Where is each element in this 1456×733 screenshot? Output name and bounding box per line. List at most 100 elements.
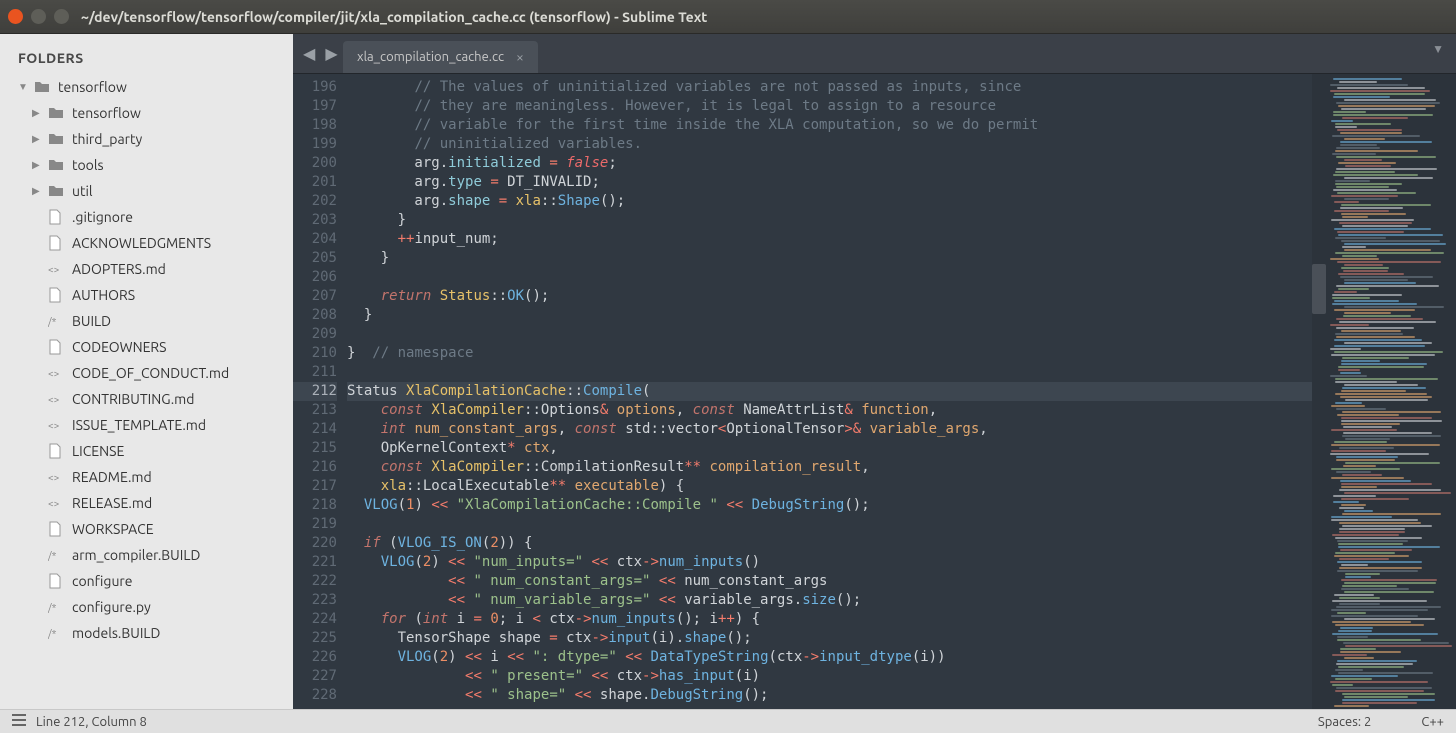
syntax-setting[interactable]: C++ [1421, 715, 1444, 729]
tree-folder[interactable]: ▶ tensorflow [0, 100, 293, 126]
tree-file-label: AUTHORS [72, 285, 135, 305]
tree-file[interactable]: <> CONTRIBUTING.md [0, 386, 293, 412]
tree-file-label: ACKNOWLEDGMENTS [72, 233, 211, 253]
folder-icon [48, 184, 66, 198]
folder-icon [48, 132, 66, 146]
window-minimize-button[interactable] [31, 9, 46, 24]
tree-file[interactable]: .gitignore [0, 204, 293, 230]
file-icon: /* [48, 548, 66, 562]
svg-text:<>: <> [48, 394, 60, 405]
nav-back-icon[interactable]: ◀ [303, 44, 315, 63]
indent-setting[interactable]: Spaces: 2 [1318, 715, 1371, 729]
tree-file[interactable]: /*arm_compiler.BUILD [0, 542, 293, 568]
tree-file-label: CONTRIBUTING.md [72, 389, 194, 409]
minimap[interactable] [1326, 74, 1456, 709]
file-icon [48, 235, 66, 251]
file-icon: /* [48, 626, 66, 640]
chevron-right-icon: ▶ [32, 129, 44, 149]
window-maximize-button[interactable] [54, 9, 69, 24]
window-close-button[interactable] [8, 9, 23, 24]
svg-text:/*: /* [48, 602, 57, 613]
tree-file-label: README.md [72, 467, 152, 487]
tree-file[interactable]: /* models.BUILD [0, 620, 293, 646]
chevron-right-icon: ▶ [32, 181, 44, 201]
file-icon: <> [48, 262, 66, 276]
folders-heading: FOLDERS [0, 44, 293, 74]
tree-file-label: .gitignore [72, 207, 133, 227]
tree-file[interactable]: /* BUILD [0, 308, 293, 334]
tree-file[interactable]: <> ISSUE_TEMPLATE.md [0, 412, 293, 438]
svg-text:<>: <> [48, 498, 60, 509]
tree-file[interactable]: <> README.md [0, 464, 293, 490]
file-icon: <> [48, 418, 66, 432]
tree-file-label: ISSUE_TEMPLATE.md [72, 415, 206, 435]
tab-label: xla_compilation_cache.cc [357, 50, 504, 64]
line-gutter[interactable]: 1961971981992002012022032042052062072082… [293, 74, 347, 709]
tree-file-label: CODE_OF_CONDUCT.md [72, 363, 229, 383]
menu-icon[interactable] [12, 714, 26, 729]
file-icon [48, 521, 66, 537]
svg-text:<>: <> [48, 420, 60, 431]
tree-folder-label: third_party [72, 129, 142, 149]
file-icon: /* [48, 600, 66, 614]
tree-folder-label: util [72, 181, 93, 201]
tree-file-label: models.BUILD [72, 623, 160, 643]
sidebar: FOLDERS ▼ tensorflow ▶ tensorflow ▶ third_p… [0, 34, 293, 709]
tree-file[interactable]: CODEOWNERS [0, 334, 293, 360]
file-icon [48, 287, 66, 303]
file-icon: <> [48, 366, 66, 380]
tree-folder-label: tensorflow [72, 103, 141, 123]
tree-folder[interactable]: ▶tools [0, 152, 293, 178]
tab-close-icon[interactable]: × [516, 49, 524, 65]
file-icon: <> [48, 470, 66, 484]
tree-file[interactable]: <> CODE_OF_CONDUCT.md [0, 360, 293, 386]
tree-file[interactable]: ACKNOWLEDGMENTS [0, 230, 293, 256]
window-title: ~/dev/tensorflow/tensorflow/compiler/jit… [81, 9, 707, 25]
file-icon [48, 443, 66, 459]
tree-folder[interactable]: ▶ util [0, 178, 293, 204]
tree-file[interactable]: /*configure.py [0, 594, 293, 620]
chevron-right-icon: ▶ [32, 103, 44, 123]
nav-fwd-icon[interactable]: ▶ [325, 44, 337, 63]
tree-file-label: BUILD [72, 311, 111, 331]
tab-active[interactable]: xla_compilation_cache.cc × [343, 41, 538, 73]
file-icon [48, 339, 66, 355]
tree-file-label: ADOPTERS.md [72, 259, 166, 279]
svg-text:<>: <> [48, 264, 60, 275]
file-icon [48, 209, 66, 225]
tree-file[interactable]: <> RELEASE.md [0, 490, 293, 516]
tree-root[interactable]: ▼ tensorflow [0, 74, 293, 100]
code-editor[interactable]: // The values of uninitialized variables… [347, 74, 1326, 709]
tree-file[interactable]: LICENSE [0, 438, 293, 464]
svg-text:<>: <> [48, 472, 60, 483]
chevron-down-icon: ▼ [18, 77, 30, 97]
tree-file-label: RELEASE.md [72, 493, 152, 513]
folder-icon [34, 80, 52, 94]
tree-folder[interactable]: ▶ third_party [0, 126, 293, 152]
scrollbar-thumb[interactable] [1312, 264, 1326, 314]
svg-text:/*: /* [48, 550, 57, 561]
file-icon: <> [48, 392, 66, 406]
folder-tree: ▼ tensorflow ▶tensorflow▶third_party▶too… [0, 74, 293, 646]
tree-file[interactable]: AUTHORS [0, 282, 293, 308]
file-icon: /* [48, 314, 66, 328]
folder-icon [48, 158, 66, 172]
svg-text:/*: /* [48, 628, 57, 639]
titlebar: ~/dev/tensorflow/tensorflow/compiler/jit… [0, 0, 1456, 34]
tree-file[interactable]: WORKSPACE [0, 516, 293, 542]
tree-file[interactable]: <> ADOPTERS.md [0, 256, 293, 282]
scrollbar-vertical[interactable] [1312, 74, 1326, 709]
statusbar: Line 212, Column 8 Spaces: 2 C++ [0, 709, 1456, 733]
svg-text:<>: <> [48, 368, 60, 379]
svg-text:/*: /* [48, 316, 57, 327]
tree-folder-label: tools [72, 155, 104, 175]
editor-area: ◀ ▶ xla_compilation_cache.cc × ▼ 1961971… [293, 34, 1456, 709]
tab-bar: ◀ ▶ xla_compilation_cache.cc × ▼ [293, 34, 1456, 74]
file-icon [48, 573, 66, 589]
tree-file-label: CODEOWNERS [72, 337, 167, 357]
tree-file[interactable]: configure [0, 568, 293, 594]
cursor-position[interactable]: Line 212, Column 8 [36, 715, 147, 729]
folder-icon [48, 106, 66, 120]
tab-menu-icon[interactable]: ▼ [1432, 42, 1444, 56]
tree-root-label: tensorflow [58, 77, 127, 97]
